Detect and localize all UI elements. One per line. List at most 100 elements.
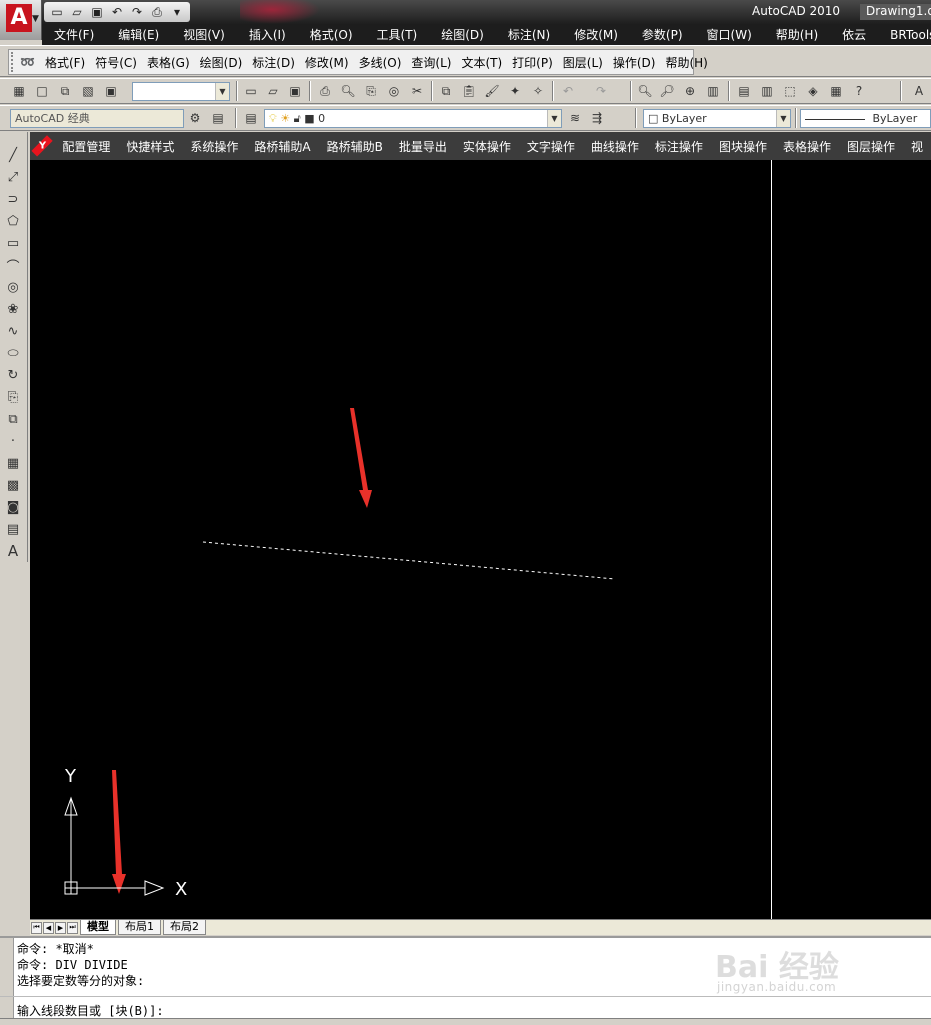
rectangle-icon[interactable]: ▭ xyxy=(4,234,22,252)
hz-item-layer[interactable]: 图层(L) xyxy=(558,54,608,71)
hz-item-modify[interactable]: 修改(M) xyxy=(300,54,354,71)
polygon-icon[interactable]: ⬠ xyxy=(4,212,22,230)
yiyun-logo-icon[interactable]: Y xyxy=(31,135,53,157)
zoom-previous-icon[interactable]: ▥ xyxy=(704,82,722,100)
make-block-icon[interactable]: ⧉ xyxy=(4,410,22,428)
layer-manager-icon[interactable]: ▤ xyxy=(242,109,260,127)
rectangle-icon[interactable]: □ xyxy=(33,82,51,100)
redo-icon[interactable]: ↷ xyxy=(592,82,610,100)
hz-item-query[interactable]: 查询(L) xyxy=(406,54,456,71)
gradient-icon[interactable]: ▩ xyxy=(4,476,22,494)
cut-icon[interactable]: ✂ xyxy=(408,82,426,100)
layer-previous-icon[interactable]: ⇶ xyxy=(588,109,606,127)
menu-parametric[interactable]: 参数(P) xyxy=(630,26,695,43)
point-icon[interactable]: · xyxy=(4,432,22,450)
calculator-icon[interactable]: ▦ xyxy=(827,82,845,100)
custom-item-entity[interactable]: 实体操作 xyxy=(455,138,519,155)
last-tab-icon[interactable]: ⏭ xyxy=(67,921,78,934)
chevron-down-icon[interactable]: ▼ xyxy=(547,110,561,127)
hatch-icon[interactable]: ▦ xyxy=(4,454,22,472)
3d-dwf-icon[interactable]: ◎ xyxy=(385,82,403,100)
match-properties-icon[interactable]: 🖌︎ xyxy=(483,82,501,100)
workspace-settings-gear-icon[interactable]: ⚙ xyxy=(186,109,204,127)
custom-item-bridge-b[interactable]: 路桥辅助B xyxy=(319,138,391,155)
open-icon[interactable]: ▱ xyxy=(68,3,86,21)
zoom-realtime-icon[interactable]: 🔎︎ xyxy=(658,82,676,100)
text-style-icon[interactable]: A xyxy=(910,82,928,100)
menu-help[interactable]: 帮助(H) xyxy=(764,26,830,43)
hz-item-mline[interactable]: 多线(O) xyxy=(354,54,407,71)
insert-block-icon[interactable]: ✧ xyxy=(529,82,547,100)
copy-clip-icon[interactable]: ⧉ xyxy=(56,82,74,100)
next-tab-icon[interactable]: ▶ xyxy=(55,921,66,934)
ellipse-icon[interactable]: ⬭ xyxy=(4,344,22,362)
insert-block-icon[interactable]: ⎘ xyxy=(4,388,22,406)
divided-line[interactable] xyxy=(202,541,616,580)
menu-edit[interactable]: 编辑(E) xyxy=(106,26,171,43)
block-icon[interactable]: ▧ xyxy=(79,82,97,100)
save-icon[interactable]: ▣ xyxy=(88,3,106,21)
copy-icon[interactable]: ⧉ xyxy=(437,82,455,100)
frame-icon[interactable]: ▣ xyxy=(102,82,120,100)
menu-tools[interactable]: 工具(T) xyxy=(365,26,430,43)
hz-item-dimension[interactable]: 标注(D) xyxy=(247,54,300,71)
design-center-icon[interactable]: ▥ xyxy=(758,82,776,100)
custom-item-layer[interactable]: 图层操作 xyxy=(839,138,903,155)
workspace-combo[interactable]: AutoCAD 经典 xyxy=(10,109,184,128)
menu-file[interactable]: 文件(F) xyxy=(42,26,106,43)
prev-tab-icon[interactable]: ◀ xyxy=(43,921,54,934)
custom-item-view[interactable]: 视 xyxy=(903,138,931,155)
region-icon[interactable]: ◙ xyxy=(4,498,22,516)
multiline-text-icon[interactable]: A xyxy=(4,542,22,560)
menu-modify[interactable]: 修改(M) xyxy=(562,26,630,43)
layer-combo[interactable]: 💡︎ ☀ 🔓︎ ■ 0 ▼ xyxy=(264,109,562,128)
menu-format[interactable]: 格式(O) xyxy=(298,26,365,43)
command-window-grip[interactable] xyxy=(0,938,14,1018)
tab-model[interactable]: 模型 xyxy=(80,920,116,935)
block-editor-icon[interactable]: ✦ xyxy=(506,82,524,100)
tool-palettes-icon[interactable]: ⬚ xyxy=(781,82,799,100)
new-icon[interactable]: ▭ xyxy=(242,82,260,100)
undo-icon[interactable]: ↶ xyxy=(108,3,126,21)
help-icon[interactable]: ? xyxy=(850,82,868,100)
arc-icon[interactable]: ⌒ xyxy=(4,256,22,275)
custom-item-curve[interactable]: 曲线操作 xyxy=(583,138,647,155)
style-combo[interactable]: ▼ xyxy=(132,82,230,101)
tab-layout2[interactable]: 布局2 xyxy=(163,920,206,935)
ellipse-arc-icon[interactable]: ↻ xyxy=(4,366,22,384)
sheet-set-icon[interactable]: ◈ xyxy=(804,82,822,100)
redo-icon[interactable]: ↷ xyxy=(128,3,146,21)
linetype-combo[interactable]: ByLayer xyxy=(800,109,931,128)
undo-icon[interactable]: ↶ xyxy=(559,82,577,100)
tab-layout1[interactable]: 布局1 xyxy=(118,920,161,935)
custom-item-text[interactable]: 文字操作 xyxy=(519,138,583,155)
menu-draw[interactable]: 绘图(D) xyxy=(429,26,496,43)
spline-icon[interactable]: ∿ xyxy=(4,322,22,340)
menu-brtools[interactable]: BRTools xyxy=(878,28,931,42)
menu-window[interactable]: 窗口(W) xyxy=(695,26,764,43)
open-icon[interactable]: ▱ xyxy=(264,82,282,100)
paste-icon[interactable]: 📋︎ xyxy=(460,82,478,100)
menu-yiyun[interactable]: 依云 xyxy=(830,26,878,43)
workspace-save-icon[interactable]: ▤ xyxy=(209,109,227,127)
make-current-layer-icon[interactable]: ≋ xyxy=(566,109,584,127)
zoom-window-icon[interactable]: ⊕ xyxy=(681,82,699,100)
menu-insert[interactable]: 插入(I) xyxy=(237,26,298,43)
hz-item-print[interactable]: 打印(P) xyxy=(507,54,558,71)
custom-item-table[interactable]: 表格操作 xyxy=(775,138,839,155)
pan-icon[interactable]: 🔍︎ xyxy=(636,82,654,100)
hz-item-draw[interactable]: 绘图(D) xyxy=(195,54,248,71)
circle-icon[interactable]: ◎ xyxy=(4,278,22,296)
hz-item-format[interactable]: 格式(F) xyxy=(40,54,90,71)
layer-states-icon[interactable]: ▦ xyxy=(10,82,28,100)
custom-item-system[interactable]: 系统操作 xyxy=(182,138,246,155)
plot-icon[interactable]: ⎙ xyxy=(316,82,334,100)
custom-item-config[interactable]: 配置管理 xyxy=(54,138,118,155)
hz-item-table[interactable]: 表格(G) xyxy=(142,54,195,71)
properties-icon[interactable]: ▤ xyxy=(735,82,753,100)
hz-item-symbol[interactable]: 符号(C) xyxy=(90,54,142,71)
hz-item-help[interactable]: 帮助(H) xyxy=(660,54,712,71)
plot-icon[interactable]: ⎙ xyxy=(148,3,166,21)
save-icon[interactable]: ▣ xyxy=(286,82,304,100)
new-icon[interactable]: ▭ xyxy=(48,3,66,21)
